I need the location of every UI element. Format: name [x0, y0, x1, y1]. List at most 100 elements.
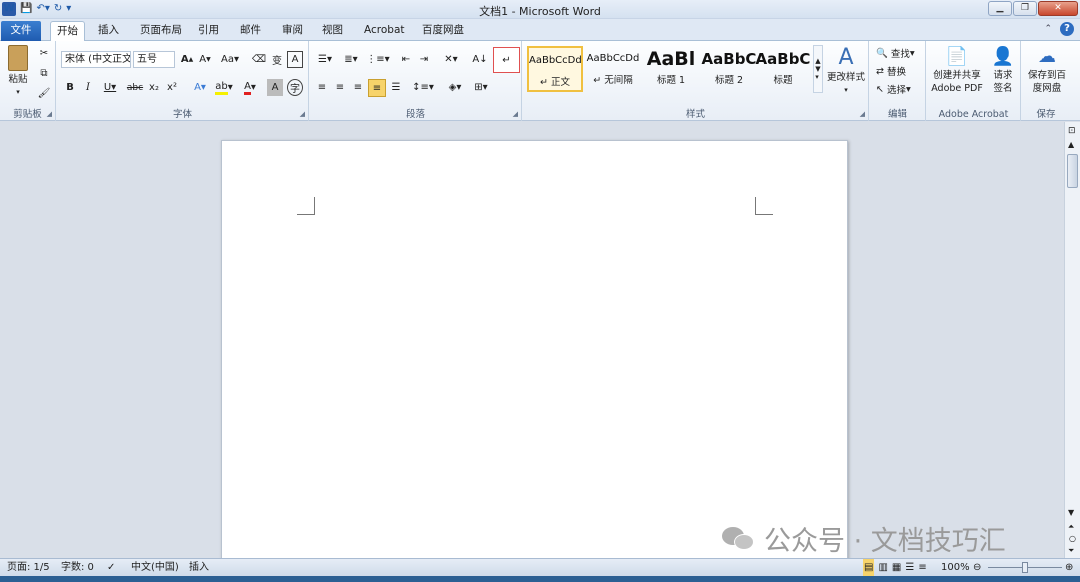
signature-icon: 👤 [991, 46, 1015, 67]
scroll-thumb[interactable] [1067, 154, 1078, 188]
align-left-icon[interactable]: ≡ [314, 79, 330, 96]
numbering-icon[interactable]: ≣▾ [340, 51, 362, 68]
sort-icon[interactable]: A↓ [472, 51, 488, 68]
tab-home[interactable]: 开始 [50, 21, 85, 41]
ruler-toggle-icon[interactable]: ⊡ [1068, 126, 1076, 136]
shrink-font-icon[interactable]: A ▼ [197, 51, 213, 68]
paste-button[interactable]: 粘贴 ▾ [4, 45, 32, 99]
increase-indent-icon[interactable]: ⇥ [416, 51, 432, 68]
word-count[interactable]: 字数: 0 [58, 559, 97, 576]
multilevel-list-icon[interactable]: ⋮≡▾ [366, 51, 390, 68]
help-icon[interactable]: ? [1060, 22, 1074, 36]
tab-insert[interactable]: 插入 [92, 21, 125, 41]
style-heading-2[interactable]: AaBbC 标题 2 [701, 46, 757, 92]
collapse-ribbon-icon[interactable]: ⌃ [1044, 24, 1052, 34]
align-right-icon[interactable]: ≡ [350, 79, 366, 96]
distributed-icon[interactable]: ☰ [388, 79, 404, 96]
zoom-out-icon[interactable]: ⊖ [970, 559, 984, 576]
tab-references[interactable]: 引用 [192, 21, 225, 41]
crop-mark-left [297, 197, 315, 215]
cut-icon[interactable]: ✂ [36, 45, 52, 61]
minimize-button[interactable]: ▁ [988, 1, 1012, 16]
group-label-font: 字体 [172, 109, 192, 120]
format-painter-icon[interactable]: 🖌 [36, 85, 52, 101]
insert-mode[interactable]: 插入 [186, 559, 212, 576]
save-to-baidu-button[interactable]: ☁ 保存到百 度网盘 [1024, 45, 1070, 95]
scroll-down-icon[interactable]: ▼ [1068, 508, 1074, 517]
tab-baidu-netdisk[interactable]: 百度网盘 [416, 21, 470, 41]
text-effects-icon[interactable]: A▾ [189, 79, 211, 96]
vertical-scrollbar[interactable]: ⊡ ▲ ▼ ⏶ ○ ⏷ [1064, 122, 1080, 558]
font-launcher-icon[interactable]: ◢ [300, 110, 305, 118]
align-center-icon[interactable]: ≡ [332, 79, 348, 96]
copy-icon[interactable]: ⧉ [36, 65, 52, 81]
tab-view[interactable]: 视图 [316, 21, 349, 41]
line-spacing-icon[interactable]: ↕≡▾ [412, 79, 434, 96]
character-shading-icon[interactable]: A [267, 79, 283, 96]
zoom-level[interactable]: 100% [938, 559, 973, 576]
draft-view-icon[interactable]: ≡ [918, 559, 926, 576]
strikethrough-icon[interactable]: abc [127, 79, 143, 96]
subscript-icon[interactable]: x₂ [147, 79, 161, 96]
bullets-icon[interactable]: ☰▾ [314, 51, 336, 68]
style-no-spacing[interactable]: AaBbCcDd ↵ 无间隔 [585, 46, 641, 92]
tab-file[interactable]: 文件 [1, 21, 41, 41]
style-heading-1[interactable]: AaBl 标题 1 [643, 46, 699, 92]
close-button[interactable]: ✕ [1038, 1, 1078, 16]
next-page-icon[interactable]: ⏷ [1068, 546, 1074, 556]
browse-object-icon[interactable]: ○ [1069, 534, 1076, 543]
print-layout-view-icon[interactable]: ▤ [863, 559, 875, 576]
font-name-combo[interactable]: 宋体 (中文正文) [61, 51, 131, 68]
decrease-indent-icon[interactable]: ⇤ [398, 51, 414, 68]
italic-icon[interactable]: I [81, 79, 95, 96]
styles-launcher-icon[interactable]: ◢ [860, 110, 865, 118]
shading-icon[interactable]: ◈▾ [444, 79, 466, 96]
proofing-icon[interactable]: ✓ [104, 559, 118, 576]
borders-icon[interactable]: ⊞▾ [470, 79, 492, 96]
replace-button[interactable]: ⇄ 替换 [876, 63, 906, 79]
zoom-slider[interactable] [988, 562, 1062, 573]
maximize-button[interactable]: ❐ [1013, 1, 1037, 16]
font-size-combo[interactable]: 五号 [133, 51, 175, 68]
tab-page-layout[interactable]: 页面布局 [134, 21, 188, 41]
wechat-icon [722, 525, 756, 551]
tab-review[interactable]: 审阅 [276, 21, 309, 41]
request-signature-button[interactable]: 👤 请求 签名 [987, 45, 1019, 95]
select-button[interactable]: ↖ 选择 ▾ [876, 81, 911, 97]
paragraph-launcher-icon[interactable]: ◢ [513, 110, 518, 118]
style-normal[interactable]: AaBbCcDd ↵ 正文 [527, 46, 583, 92]
justify-icon[interactable]: ≡ [368, 79, 386, 97]
enclose-characters-icon[interactable]: 字 [287, 79, 303, 96]
change-case-button[interactable]: Aa ▾ [219, 51, 241, 68]
bold-icon[interactable]: B [63, 79, 77, 96]
document-page[interactable] [221, 140, 848, 570]
language-status[interactable]: 中文(中国) [128, 559, 182, 576]
change-styles-button[interactable]: A 更改样式 ▾ [825, 45, 867, 97]
chinese-layout-icon[interactable]: ✕▾ [440, 51, 462, 68]
tab-mailings[interactable]: 邮件 [234, 21, 267, 41]
clear-format-icon[interactable]: ⌫ [251, 51, 267, 68]
previous-page-icon[interactable]: ⏶ [1068, 522, 1074, 532]
show-paragraph-marks-icon[interactable]: ↵ [493, 47, 520, 73]
scroll-up-icon[interactable]: ▲ [1068, 140, 1074, 149]
clipboard-launcher-icon[interactable]: ◢ [47, 110, 52, 118]
style-title[interactable]: AaBbC 标题 [755, 46, 811, 92]
highlight-icon[interactable]: ab ▾ [213, 79, 235, 96]
web-layout-view-icon[interactable]: ▦ [892, 559, 901, 576]
create-pdf-button[interactable]: 📄 创建并共享 Adobe PDF [929, 45, 985, 95]
superscript-icon[interactable]: x² [165, 79, 179, 96]
font-color-icon[interactable]: A ▾ [239, 79, 261, 96]
page-count[interactable]: 页面: 1/5 [4, 559, 53, 576]
character-border-icon[interactable]: A [287, 51, 303, 68]
outline-view-icon[interactable]: ☰ [905, 559, 914, 576]
phonetic-guide-icon[interactable]: 变 [269, 51, 285, 68]
tab-acrobat[interactable]: Acrobat [358, 21, 411, 41]
find-button[interactable]: 🔍 查找 ▾ [876, 45, 915, 61]
grow-font-icon[interactable]: A ▲ [179, 51, 195, 68]
styles-scroll-icon[interactable]: ▲ ▼ ▾ [813, 45, 823, 93]
zoom-in-icon[interactable]: ⊕ [1062, 559, 1076, 576]
underline-icon[interactable]: U▾ [99, 79, 121, 96]
change-styles-icon: A [838, 45, 854, 70]
group-label-styles: 样式 [685, 109, 705, 120]
full-screen-view-icon[interactable]: ▥ [878, 559, 887, 576]
